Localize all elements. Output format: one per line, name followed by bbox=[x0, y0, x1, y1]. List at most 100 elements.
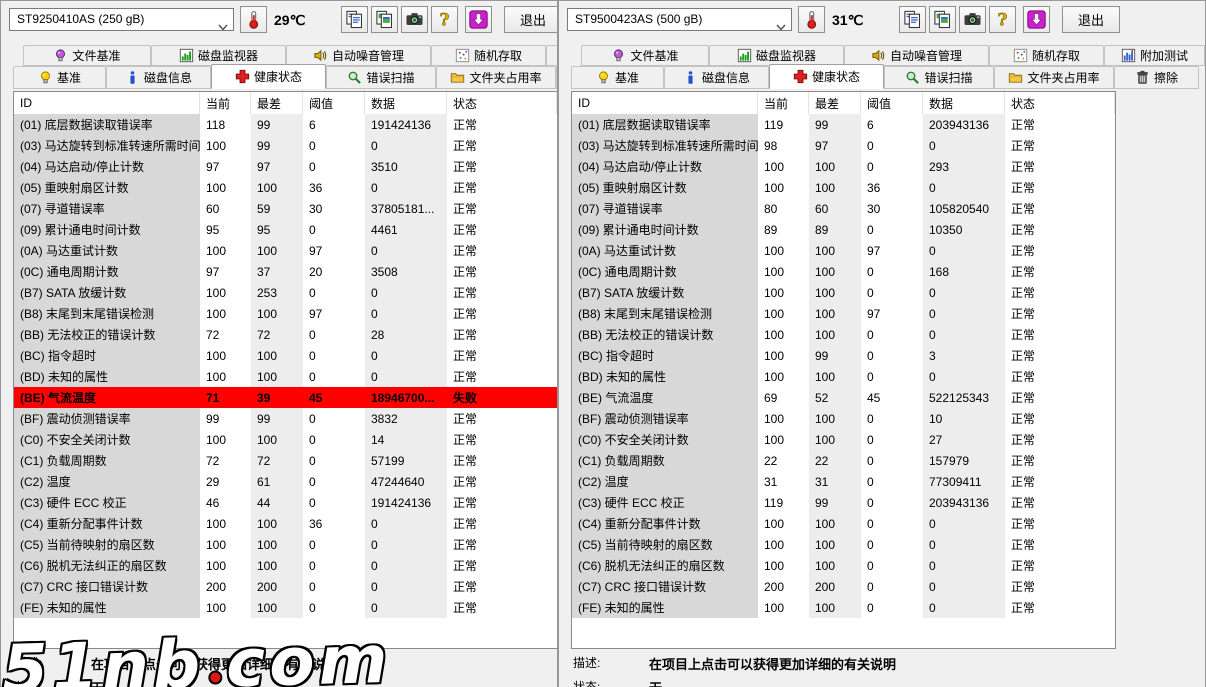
table-row[interactable]: (03) 马达旋转到标准转速所需时间1009900正常 bbox=[14, 135, 557, 156]
tab-benchmark[interactable]: 基准 bbox=[13, 66, 106, 89]
copy-text-button[interactable] bbox=[341, 6, 368, 33]
table-row[interactable]: (BB) 无法校正的错误计数7272028正常 bbox=[14, 324, 557, 345]
copy-text-button[interactable] bbox=[899, 6, 926, 33]
table-cell: 100 bbox=[758, 177, 809, 198]
table-row[interactable]: (C0) 不安全关闭计数100100027正常 bbox=[572, 429, 1115, 450]
table-cell: 119 bbox=[758, 114, 809, 135]
table-row[interactable]: (C1) 负载周期数22220157979正常 bbox=[572, 450, 1115, 471]
table-row[interactable]: (C5) 当前待映射的扇区数10010000正常 bbox=[572, 534, 1115, 555]
exit-button[interactable]: 退出 bbox=[1062, 6, 1120, 33]
tab-random-access[interactable]: 随机存取 bbox=[989, 45, 1104, 66]
table-row[interactable]: (C3) 硬件 ECC 校正46440191424136正常 bbox=[14, 492, 557, 513]
table-row[interactable]: (C0) 不安全关闭计数100100014正常 bbox=[14, 429, 557, 450]
tab-extra-tests[interactable]: 附加测试 bbox=[546, 45, 558, 66]
tab-folder-usage[interactable]: 文件夹占用率 bbox=[994, 66, 1114, 89]
table-row[interactable]: (B7) SATA 放缓计数10025300正常 bbox=[14, 282, 557, 303]
tab-disk-info[interactable]: 磁盘信息 bbox=[664, 66, 769, 89]
help-button[interactable]: ? bbox=[989, 6, 1016, 33]
tab-auto-acoustic[interactable]: 自动噪音管理 bbox=[844, 45, 989, 66]
tab-auto-acoustic[interactable]: 自动噪音管理 bbox=[286, 45, 431, 66]
table-cell: 正常 bbox=[1005, 324, 1115, 345]
table-row[interactable]: (07) 寻道错误率806030105820540正常 bbox=[572, 198, 1115, 219]
table-cell: 100 bbox=[809, 324, 861, 345]
table-cell: 0 bbox=[303, 555, 365, 576]
table-cell: 100 bbox=[251, 429, 303, 450]
table-row[interactable]: (BD) 未知的属性10010000正常 bbox=[14, 366, 557, 387]
table-row[interactable]: (C3) 硬件 ECC 校正119990203943136正常 bbox=[572, 492, 1115, 513]
table-row[interactable]: (0C) 通电周期计数1001000168正常 bbox=[572, 261, 1115, 282]
table-row[interactable]: (C6) 脱机无法纠正的扇区数10010000正常 bbox=[572, 555, 1115, 576]
table-row[interactable]: (FE) 未知的属性10010000正常 bbox=[572, 597, 1115, 618]
table-row[interactable]: (C1) 负载周期数7272057199正常 bbox=[14, 450, 557, 471]
tab-error-scan[interactable]: 错误扫描 bbox=[884, 66, 994, 89]
table-row[interactable]: (03) 马达旋转到标准转速所需时间989700正常 bbox=[572, 135, 1115, 156]
table-row[interactable]: (BF) 震动侦测错误率100100010正常 bbox=[572, 408, 1115, 429]
tab-random-access[interactable]: 随机存取 bbox=[431, 45, 546, 66]
table-row[interactable]: (07) 寻道错误率60593037805181...正常 bbox=[14, 198, 557, 219]
download-button[interactable] bbox=[1023, 6, 1050, 33]
tab-erase[interactable]: 擦除 bbox=[1114, 66, 1199, 89]
tab-benchmark[interactable]: 基准 bbox=[571, 66, 664, 89]
exit-button[interactable]: 退出 bbox=[504, 6, 558, 33]
table-row[interactable]: (05) 重映射扇区计数100100360正常 bbox=[572, 177, 1115, 198]
table-cell: 100 bbox=[758, 156, 809, 177]
tab-health[interactable]: 健康状态 bbox=[769, 64, 884, 89]
tab-file-benchmark[interactable]: 文件基准 bbox=[23, 45, 151, 66]
table-row[interactable]: (BE) 气流温度71394518946700...失败 bbox=[14, 387, 557, 408]
table-row[interactable]: (BB) 无法校正的错误计数10010000正常 bbox=[572, 324, 1115, 345]
tab-disk-monitor[interactable]: 磁盘监视器 bbox=[709, 45, 844, 66]
table-row[interactable]: (0A) 马达重试计数100100970正常 bbox=[572, 240, 1115, 261]
help-button[interactable]: ? bbox=[431, 6, 458, 33]
table-row[interactable]: (C4) 重新分配事件计数10010000正常 bbox=[572, 513, 1115, 534]
table-row[interactable]: (C7) CRC 接口错误计数20020000正常 bbox=[14, 576, 557, 597]
drive-select[interactable]: ST9250410AS (250 gB) bbox=[9, 8, 234, 31]
table-row[interactable]: (C2) 温度2961047244640正常 bbox=[14, 471, 557, 492]
tab-disk-info[interactable]: 磁盘信息 bbox=[106, 66, 211, 89]
tab-file-benchmark[interactable]: 文件基准 bbox=[581, 45, 709, 66]
table-row[interactable]: (BD) 未知的属性10010000正常 bbox=[572, 366, 1115, 387]
table-row[interactable]: (C7) CRC 接口错误计数20020000正常 bbox=[572, 576, 1115, 597]
table-cell: 100 bbox=[809, 534, 861, 555]
table-row[interactable]: (C4) 重新分配事件计数100100360正常 bbox=[14, 513, 557, 534]
table-cell: 99 bbox=[200, 408, 251, 429]
table-row[interactable]: (BE) 气流温度695245522125343正常 bbox=[572, 387, 1115, 408]
table-cell: 0 bbox=[303, 471, 365, 492]
tab-error-scan[interactable]: 错误扫描 bbox=[326, 66, 436, 89]
table-row[interactable]: (01) 底层数据读取错误率118996191424136正常 bbox=[14, 114, 557, 135]
table-row[interactable]: (B7) SATA 放缓计数10010000正常 bbox=[572, 282, 1115, 303]
table-row[interactable]: (04) 马达启动/停止计数979703510正常 bbox=[14, 156, 557, 177]
table-row[interactable]: (BC) 指令超时10010000正常 bbox=[14, 345, 557, 366]
table-cell: (FE) 未知的属性 bbox=[572, 597, 758, 618]
table-row[interactable]: (0A) 马达重试计数100100970正常 bbox=[14, 240, 557, 261]
tab-disk-monitor[interactable]: 磁盘监视器 bbox=[151, 45, 286, 66]
temperature-button[interactable] bbox=[798, 6, 825, 33]
tab-extra-tests[interactable]: 附加测试 bbox=[1104, 45, 1205, 66]
table-row[interactable]: (BF) 震动侦测错误率999903832正常 bbox=[14, 408, 557, 429]
table-row[interactable]: (BC) 指令超时1009903正常 bbox=[572, 345, 1115, 366]
table-row[interactable]: (09) 累计通电时间计数8989010350正常 bbox=[572, 219, 1115, 240]
temperature-button[interactable] bbox=[240, 6, 267, 33]
table-row[interactable]: (B8) 末尾到末尾错误检测100100970正常 bbox=[572, 303, 1115, 324]
table-row[interactable]: (C2) 温度3131077309411正常 bbox=[572, 471, 1115, 492]
copy-image-button[interactable] bbox=[929, 6, 956, 33]
drive-select[interactable]: ST9500423AS (500 gB) bbox=[567, 8, 792, 31]
table-cell: 77309411 bbox=[923, 471, 1005, 492]
table-row[interactable]: (05) 重映射扇区计数100100360正常 bbox=[14, 177, 557, 198]
table-row[interactable]: (01) 底层数据读取错误率119996203943136正常 bbox=[572, 114, 1115, 135]
table-row[interactable]: (FE) 未知的属性10010000正常 bbox=[14, 597, 557, 618]
table-cell: 正常 bbox=[447, 135, 557, 156]
table-cell: 0 bbox=[303, 429, 365, 450]
tab-health[interactable]: 健康状态 bbox=[211, 64, 326, 89]
table-row[interactable]: (09) 累计通电时间计数959504461正常 bbox=[14, 219, 557, 240]
table-row[interactable]: (04) 马达启动/停止计数1001000293正常 bbox=[572, 156, 1115, 177]
download-button[interactable] bbox=[465, 6, 492, 33]
drive-select-value: ST9250410AS (250 gB) bbox=[17, 12, 144, 26]
table-row[interactable]: (B8) 末尾到末尾错误检测100100970正常 bbox=[14, 303, 557, 324]
copy-image-button[interactable] bbox=[371, 6, 398, 33]
camera-button[interactable] bbox=[401, 6, 428, 33]
table-row[interactable]: (C6) 脱机无法纠正的扇区数10010000正常 bbox=[14, 555, 557, 576]
tab-folder-usage[interactable]: 文件夹占用率 bbox=[436, 66, 556, 89]
table-row[interactable]: (C5) 当前待映射的扇区数10010000正常 bbox=[14, 534, 557, 555]
table-row[interactable]: (0C) 通电周期计数9737203508正常 bbox=[14, 261, 557, 282]
camera-button[interactable] bbox=[959, 6, 986, 33]
